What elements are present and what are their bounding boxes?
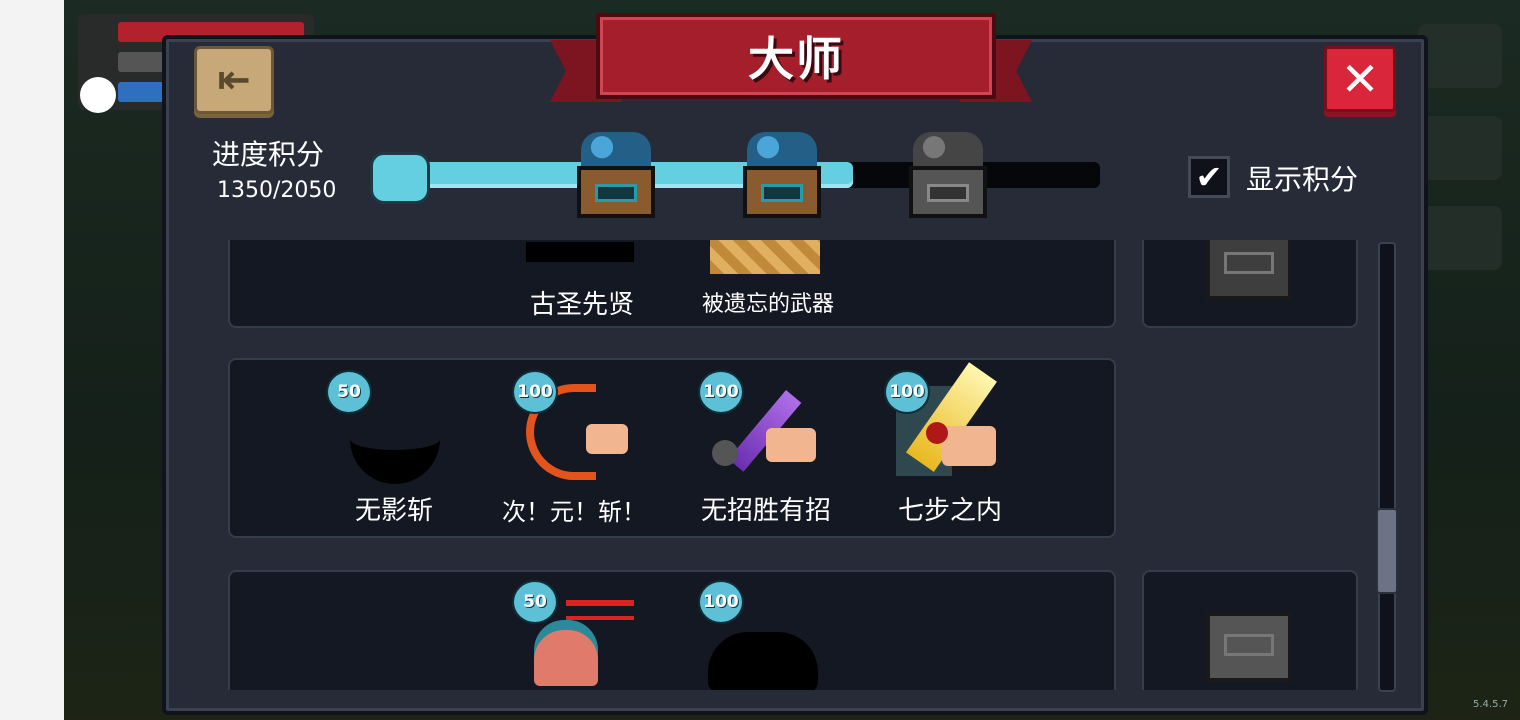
points-badge: 50 <box>512 580 558 624</box>
achievement-name: 七步之内 <box>897 496 1003 526</box>
achievement-name: 无影斩 <box>354 496 434 526</box>
achievement-row: 古圣先贤 被遗忘的武器 <box>228 240 1116 328</box>
close-button[interactable]: ✕ <box>1324 46 1396 112</box>
progress-label: 进度积分 <box>212 138 325 171</box>
row-reward-slot[interactable] <box>1142 240 1358 328</box>
pause-button[interactable] <box>1418 24 1502 88</box>
skill-button[interactable] <box>1418 206 1502 270</box>
version-label: 5.4.5.7 <box>1473 699 1508 710</box>
show-points-label: 显示积分 <box>1246 163 1359 196</box>
reward-chest-icon <box>1206 612 1292 682</box>
progress-value: 1350/2050 <box>217 178 337 203</box>
back-arrow-icon: ⇤ <box>217 57 251 103</box>
show-points-checkbox[interactable]: ✔ <box>1188 156 1230 198</box>
grey-gem-chest-icon[interactable] <box>909 132 987 220</box>
forgotten-weapon-icon <box>710 240 820 274</box>
title-ribbon: 大师 <box>596 13 996 99</box>
scrollbar-thumb[interactable] <box>1376 508 1398 594</box>
points-badge: 100 <box>512 370 558 414</box>
points-badge: 100 <box>884 370 930 414</box>
check-icon: ✔ <box>1195 158 1223 196</box>
blue-gem-chest-icon[interactable] <box>743 132 821 220</box>
points-badge: 50 <box>326 370 372 414</box>
progress-start-cap <box>370 152 430 204</box>
page-title: 大师 <box>748 32 844 86</box>
joystick-dot[interactable] <box>80 77 116 113</box>
points-badge: 100 <box>698 370 744 414</box>
points-badge: 100 <box>698 580 744 624</box>
screen-left-edge <box>0 0 64 720</box>
back-button[interactable]: ⇤ <box>194 46 274 114</box>
swap-weapon-button[interactable] <box>1418 116 1502 180</box>
achievement-name: 被遗忘的武器 <box>701 292 835 317</box>
achievement-icon <box>526 242 634 262</box>
row-reward-slot[interactable] <box>1142 570 1358 690</box>
blue-gem-chest-icon[interactable] <box>577 132 655 220</box>
achievement-name: 次！元！斩！ <box>502 498 646 526</box>
scrollbar-track[interactable] <box>1378 242 1396 692</box>
close-x-icon: ✕ <box>1340 52 1380 106</box>
reward-chest-icon <box>1206 240 1292 300</box>
achievement-list[interactable]: 古圣先贤 被遗忘的武器 50 无影斩 100 次！元！斩！ 100 无招胜有招 <box>180 240 1398 690</box>
achievement-name: 古圣先贤 <box>529 290 635 320</box>
achievement-row: 50 100 <box>228 570 1116 690</box>
achievement-name: 无招胜有招 <box>700 496 832 526</box>
achievement-row: 50 无影斩 100 次！元！斩！ 100 无招胜有招 100 七步之内 <box>228 358 1116 538</box>
